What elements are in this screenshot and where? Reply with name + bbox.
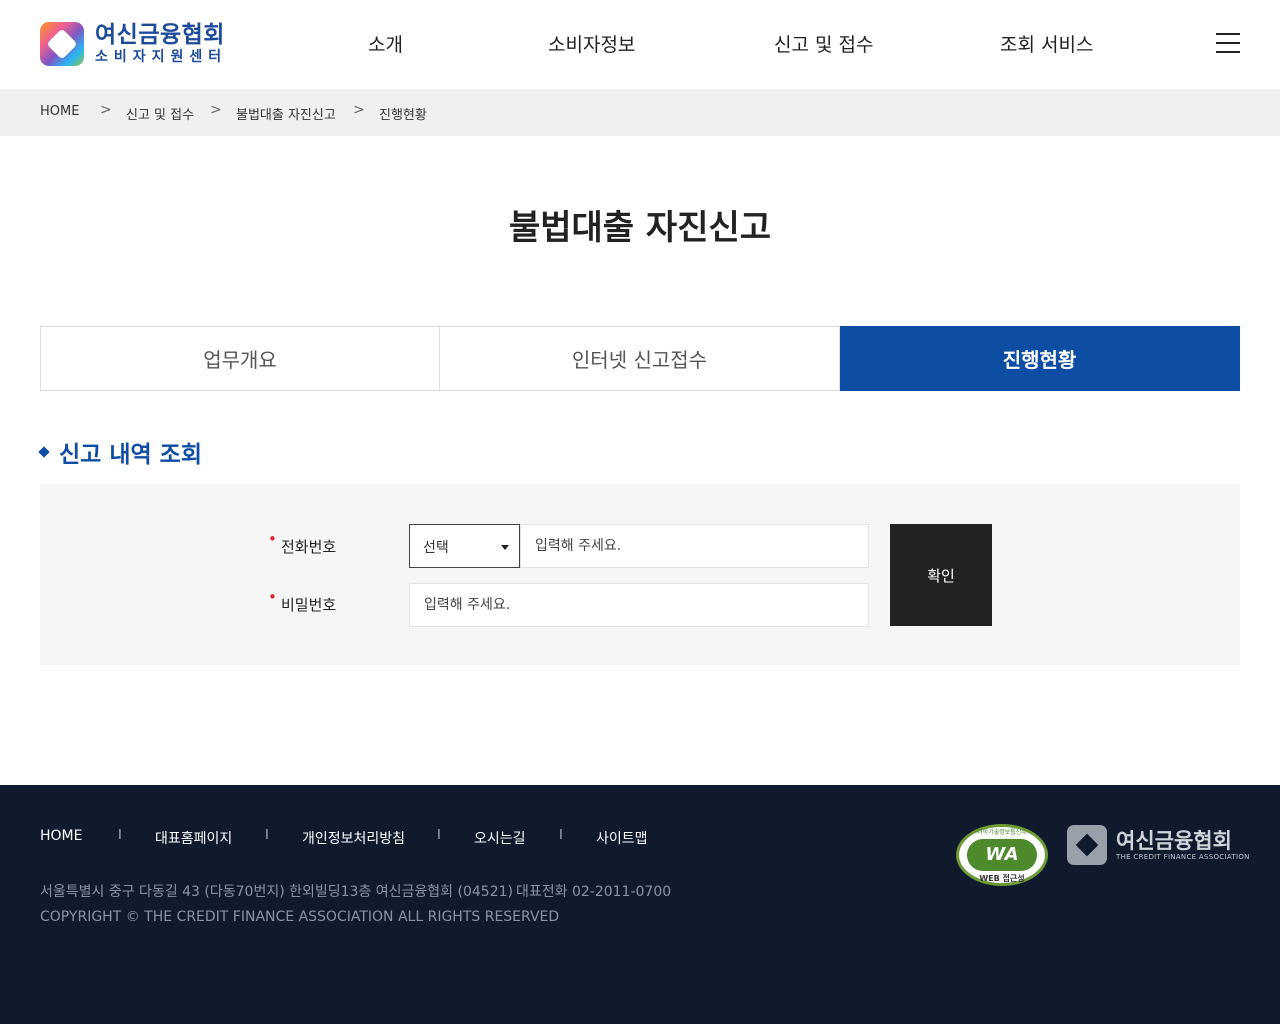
breadcrumb-current: 진행현황 [379, 108, 427, 123]
footer-link-separator: I [265, 828, 269, 843]
footer-address: 서울특별시 중구 다동길 43 (다동70번지) 한외빌딩13층 여신금융협회 … [40, 884, 513, 900]
site-footer: HOME I 대표홈페이지 I 개인정보처리방침 I 오시는길 I 사이트맵 서… [0, 785, 1280, 1024]
chevron-right-icon: > [100, 102, 112, 118]
inquiry-form-panel [40, 484, 1240, 665]
logo-title: 여신금융협회 [95, 22, 225, 48]
required-mark: • [268, 530, 277, 548]
password-label: • 비밀번호 [268, 588, 337, 614]
footer-link-separator: I [559, 828, 563, 843]
footer-phone: 대표전화 02-2011-0700 [516, 884, 672, 900]
phone-prefix-select[interactable]: 선택 [409, 524, 520, 568]
tab-online-report[interactable]: 인터넷 신고접수 [440, 326, 840, 391]
breadcrumb: HOME > 신고 및 접수 > 불법대출 자진신고 > 진행현황 [0, 89, 1280, 136]
hamburger-menu-icon[interactable] [1216, 33, 1240, 53]
site-logo[interactable]: 여신금융협회 소비자지원센터 [40, 20, 227, 68]
footer-link-directions[interactable]: 오시는길 [474, 828, 526, 848]
footer-link-sitemap[interactable]: 사이트맵 [596, 828, 648, 848]
site-header: 여신금융협회 소비자지원센터 소개 소비자정보 신고 및 접수 조회 서비스 [0, 0, 1280, 89]
tab-status[interactable]: 진행현황 [840, 326, 1240, 391]
section-title: 신고 내역 조회 [59, 442, 202, 468]
web-accessibility-mark-icon: 과학기술정보통신부 WA WEB 접근성 [956, 824, 1048, 886]
tab-bar: 업무개요 인터넷 신고접수 진행현황 [40, 326, 1240, 391]
tab-overview[interactable]: 업무개요 [40, 326, 440, 391]
footer-link-separator: I [118, 828, 122, 843]
footer-link-home[interactable]: HOME [40, 828, 82, 844]
footer-logo-title: 여신금융협회 [1116, 829, 1232, 853]
nav-item-intro[interactable]: 소개 [368, 30, 403, 58]
section-heading: 신고 내역 조회 [38, 436, 202, 468]
page-title: 불법대출 자진신고 [508, 208, 772, 248]
footer-copyright: COPYRIGHT © THE CREDIT FINANCE ASSOCIATI… [40, 909, 560, 925]
phone-label: • 전화번호 [268, 530, 337, 556]
diamond-bullet-icon [38, 446, 50, 458]
nav-item-consumer-info[interactable]: 소비자정보 [548, 30, 635, 58]
password-input[interactable] [409, 583, 869, 627]
phone-number-input[interactable] [520, 524, 869, 568]
breadcrumb-self-report[interactable]: 불법대출 자진신고 [236, 104, 336, 123]
logo-mark-icon [40, 22, 84, 66]
footer-link-privacy[interactable]: 개인정보처리방침 [302, 828, 405, 848]
breadcrumb-report[interactable]: 신고 및 접수 [126, 104, 194, 123]
footer-logo[interactable]: 여신금융협회 THE CREDIT FINANCE ASSOCIATION [1067, 825, 1250, 865]
footer-logo-subtitle: THE CREDIT FINANCE ASSOCIATION [1116, 853, 1250, 861]
chevron-right-icon: > [353, 102, 365, 118]
nav-item-inquiry[interactable]: 조회 서비스 [1000, 30, 1093, 58]
footer-logo-mark-icon [1067, 825, 1107, 865]
footer-link-main-site[interactable]: 대표홈페이지 [155, 828, 232, 848]
nav-item-report[interactable]: 신고 및 접수 [774, 30, 873, 58]
caret-down-icon [501, 545, 509, 550]
breadcrumb-home[interactable]: HOME [40, 104, 79, 119]
required-mark: • [268, 588, 277, 606]
logo-subtitle: 소비자지원센터 [95, 49, 228, 65]
phone-prefix-value: 선택 [423, 540, 449, 556]
footer-link-separator: I [437, 828, 441, 843]
confirm-button[interactable]: 확인 [890, 524, 992, 626]
chevron-right-icon: > [210, 102, 222, 118]
